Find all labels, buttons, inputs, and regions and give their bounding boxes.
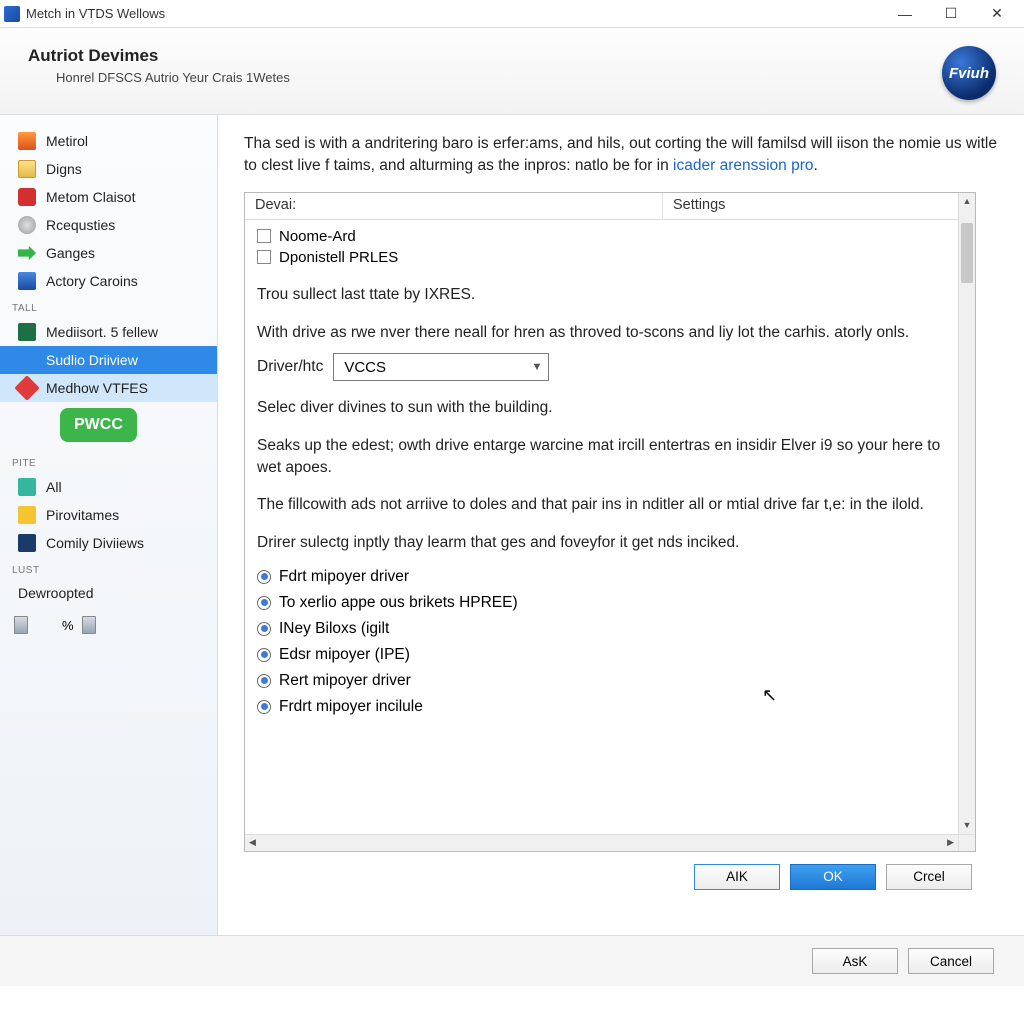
chevron-down-icon: ▼ [531,361,542,373]
outer-button-row: AsK Cancel [0,936,1024,986]
window-title: Metch in VTDS Wellows [26,6,882,21]
window-controls: — ☐ ✕ [882,0,1020,28]
radio-frdrt[interactable]: Frdrt mipoyer incilule [257,694,946,720]
intro-link[interactable]: icader arenssion pro [673,157,813,174]
radio-icon [257,648,271,662]
list-header: Devai: Settings [245,193,975,220]
sidebar-item-pirovitames[interactable]: Pirovitames [0,501,217,529]
app-icon [4,6,20,22]
para-drirer: Drirer sulectg inptly thay learm that ge… [257,532,946,554]
checkbox-dponistell[interactable]: Dponistell PRLES [257,247,946,268]
maximize-button[interactable]: ☐ [928,0,974,28]
sidebar-item-mediisort[interactable]: Mediisort. 5 fellew [0,318,217,346]
sidebar-item-metirol[interactable]: Metirol [0,127,217,155]
diamond-icon [14,375,39,400]
page-subtitle: Honrel DFSCS Autrio Yeur Crais 1Wetes [28,70,942,85]
column-devai[interactable]: Devai: [245,193,663,219]
para-drive-rwe: With drive as rwe nver there neall for h… [257,322,946,344]
radio-fdrt[interactable]: Fdrt mipoyer driver [257,564,946,590]
list-icon [18,478,36,496]
driver-select-value: VCCS [344,359,386,376]
checkbox-noome[interactable]: Noome-Ard [257,226,946,247]
sidebar-item-rcequsties[interactable]: Rcequsties [0,211,217,239]
sidebar-group-pite: PITE [0,450,217,473]
column-settings[interactable]: Settings [663,193,975,219]
vertical-scrollbar[interactable]: ▲ ▼ [958,193,975,834]
sidebar-item-metom[interactable]: Metom Claisot [0,183,217,211]
horizontal-scrollbar[interactable]: ◀▶ [245,834,958,851]
outer-cancel-button[interactable]: Cancel [908,948,994,974]
app-window-icon [18,272,36,290]
scroll-corner [958,834,975,851]
radio-icon [257,622,271,636]
scroll-left-icon[interactable]: ◀ [249,837,256,848]
sidebar-item-comily[interactable]: Comily Diviiews [0,529,217,557]
para-fillcowith: The fillcowith ads not arriive to doles … [257,494,946,516]
radio-icon [257,596,271,610]
dialog-header: Autriot Devimes Honrel DFSCS Autrio Yeur… [0,28,1024,115]
slider-handle-icon [14,616,28,634]
aik-button[interactable]: AIK [694,864,780,890]
dialog-footer: AsK Cancel [0,935,1024,986]
star-icon [18,506,36,524]
sidebar-item-actory[interactable]: Actory Caroins [0,267,217,295]
sidebar-item-all[interactable]: All [0,473,217,501]
radio-icon [257,570,271,584]
radio-edsr[interactable]: Edsr mipoyer (IPE) [257,642,946,668]
audio-icon [18,351,36,369]
window-titlebar: Metch in VTDS Wellows — ☐ ✕ [0,0,1024,28]
sidebar-item-sudlio[interactable]: Sudlio Driiview [0,346,217,374]
sidebar-group-tall: TALL [0,295,217,318]
cancel-button[interactable]: Crcel [886,864,972,890]
para-seaks: Seaks up the edest; owth drive entarge w… [257,435,946,478]
slider-handle-icon [82,616,96,634]
ask-button[interactable]: AsK [812,948,898,974]
radio-rert[interactable]: Rert mipoyer driver [257,668,946,694]
radio-xerlio[interactable]: To xerlio appe ous brikets HPREE) [257,590,946,616]
scroll-down-icon[interactable]: ▼ [959,817,975,834]
pwcc-badge: PWCC [60,408,137,442]
minimize-button[interactable]: — [882,0,928,28]
car-icon [18,188,36,206]
sidebar-item-ganges[interactable]: Ganges [0,239,217,267]
zoom-slider[interactable]: % [0,606,217,644]
scroll-up-icon[interactable]: ▲ [959,193,975,210]
intro-text: Tha sed is with a andritering baro is er… [244,133,1002,178]
checkbox-icon [257,229,271,243]
page-title: Autriot Devimes [28,46,942,66]
box-icon [18,132,36,150]
clock-icon [18,216,36,234]
brand-logo: Fviuh [942,46,996,100]
settings-listbox: Devai: Settings Noome-Ard Dponistell PRL… [244,192,976,852]
radio-icon [257,674,271,688]
arrow-right-icon [18,244,36,262]
scroll-right-icon[interactable]: ▶ [947,837,954,848]
sidebar: Metirol Digns Metom Claisot Rcequsties G… [0,115,218,935]
checkbox-icon [257,250,271,264]
sidebar-item-dewroopted[interactable]: Dewroopted [0,580,217,606]
close-button[interactable]: ✕ [974,0,1020,28]
sidebar-item-medhow[interactable]: Medhow VTFES [0,374,217,402]
panel-icon [18,534,36,552]
driver-select[interactable]: VCCS ▼ [333,353,549,381]
slider-value: % [62,618,74,633]
radio-iney[interactable]: INey Biloxs (igilt [257,616,946,642]
driver-label: Driver/htc [257,358,323,376]
sidebar-item-digns[interactable]: Digns [0,155,217,183]
folder-icon [18,160,36,178]
inner-button-row: AIK OK Crcel [244,852,1002,902]
radio-icon [257,700,271,714]
ok-button[interactable]: OK [790,864,876,890]
main-panel: Tha sed is with a andritering baro is er… [218,115,1024,935]
scroll-thumb[interactable] [961,223,973,283]
para-ixres: Trou sullect last ttate by IXRES. [257,284,946,306]
sidebar-group-lust: LUST [0,557,217,580]
para-selec: Selec diver divines to sun with the buil… [257,397,946,419]
spreadsheet-icon [18,323,36,341]
